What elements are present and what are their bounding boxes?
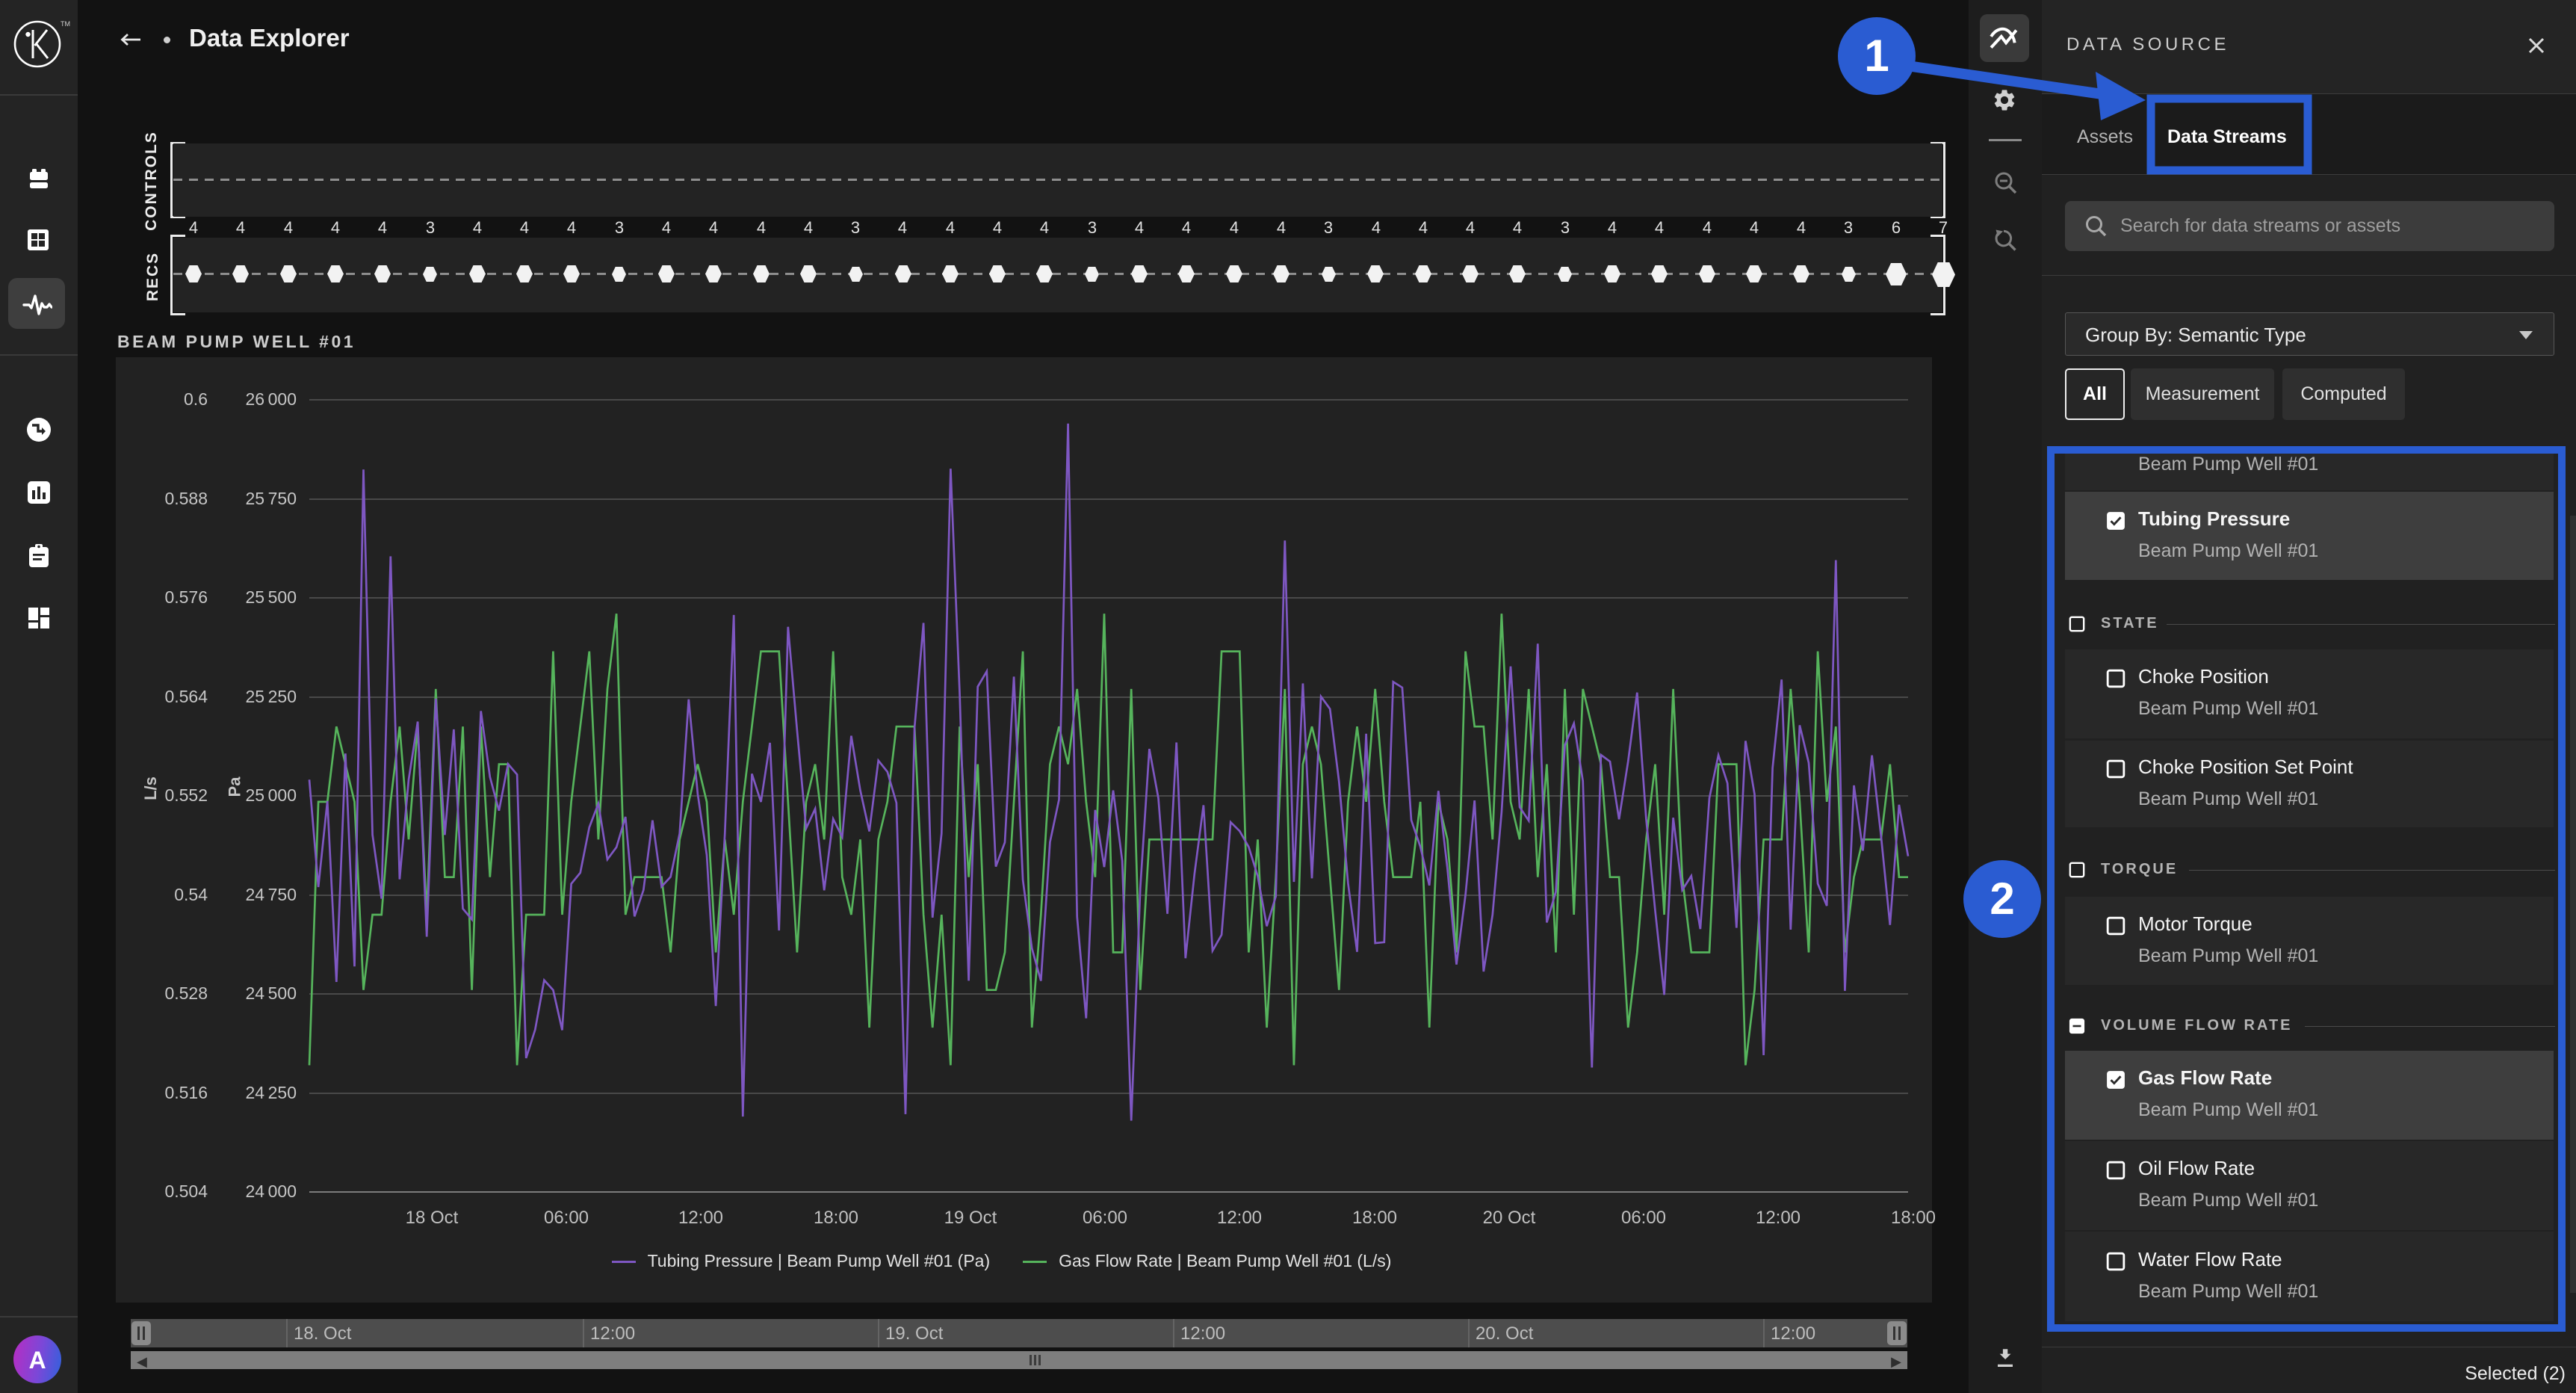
svg-text:2: 2 [1990, 874, 2014, 924]
svg-text:1: 1 [1864, 31, 1889, 81]
